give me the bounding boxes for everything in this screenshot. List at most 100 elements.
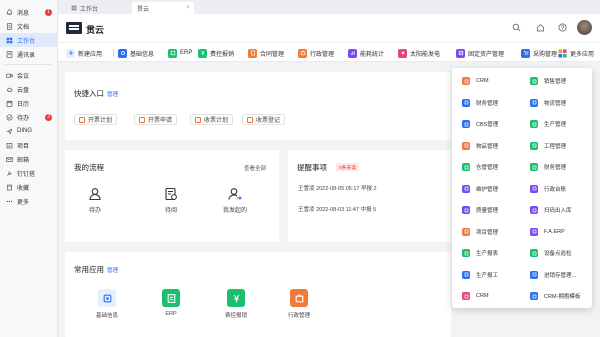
popup-app-item[interactable]: 项目管理: [462, 227, 498, 237]
common-app-erp[interactable]: ERP: [151, 289, 191, 317]
popup-app-item[interactable]: CRM-拥抱模板: [530, 291, 580, 301]
popup-app-item[interactable]: CBS管理: [462, 119, 498, 129]
user-arrow-icon: [228, 188, 242, 200]
card-title: 提醒事项: [297, 163, 327, 172]
avatar[interactable]: [577, 20, 592, 35]
app-icon: [462, 141, 470, 150]
popup-app-label: 行政台账: [544, 186, 567, 193]
popup-app-item[interactable]: 生产报表: [462, 248, 498, 258]
app-basic-info[interactable]: 基础信息: [118, 48, 154, 58]
popup-app-label: 物品管理: [476, 143, 499, 150]
todo-badge: 3: [45, 113, 52, 121]
manage-link[interactable]: 管理: [107, 92, 118, 98]
popup-app-item[interactable]: 财务管理: [530, 162, 566, 172]
reminder-row[interactable]: 王雪凌 2022-08-03 11:47 中报 5: [298, 205, 376, 213]
common-app-label: 基础信息: [95, 313, 118, 319]
tab-guanyun[interactable]: 贯云 ×: [132, 2, 194, 14]
gear-icon: [118, 48, 127, 58]
popup-app-item[interactable]: 行政台账: [530, 184, 566, 194]
sidebar-item-project[interactable]: 项目: [0, 138, 57, 152]
app-label: 合同管理: [260, 51, 285, 58]
common-app-admin[interactable]: 行政管理: [279, 289, 319, 319]
popup-app-item[interactable]: CRM: [462, 76, 489, 86]
app-icon: [462, 98, 470, 107]
app-more[interactable]: 更多应用: [558, 48, 594, 58]
popup-app-item[interactable]: 生产管理: [530, 119, 566, 129]
popup-app-item[interactable]: 扫码出入库: [530, 205, 572, 215]
close-icon[interactable]: ×: [186, 5, 190, 11]
sidebar-item-workbench[interactable]: 工作台: [0, 33, 57, 47]
sidebar-item-label: 会议: [17, 73, 30, 80]
sidebar-item-ding[interactable]: DING: [0, 124, 57, 138]
popup-app-item[interactable]: 物流管理: [530, 98, 566, 108]
popup-app-item[interactable]: CRM: [462, 291, 489, 301]
popup-app-item[interactable]: 质量管理: [462, 205, 498, 215]
app-contract[interactable]: 合同管理: [248, 48, 284, 58]
flow-to-read[interactable]: 待阅: [151, 187, 191, 214]
sidebar-item-contacts[interactable]: 通讯录: [0, 47, 57, 61]
card-title-text: 快捷入口: [74, 89, 104, 98]
reminder-row[interactable]: 王雪凌 2022-08-05 05:17 早报 2: [298, 184, 377, 192]
app-new[interactable]: 新建应用: [66, 48, 102, 58]
app-solar[interactable]: 太阳能发电: [398, 48, 440, 58]
sidebar-item-label: 钉钉搭: [17, 171, 36, 178]
quick-item[interactable]: 开票计划: [74, 114, 118, 125]
quick-item[interactable]: 收票计划: [190, 114, 234, 125]
popup-app-item[interactable]: 工程管理: [530, 141, 566, 151]
sidebar-item-calendar[interactable]: 日历: [0, 96, 57, 110]
quick-item-label: 收票计划: [204, 118, 229, 124]
popup-app-item[interactable]: 仓管管理: [462, 162, 498, 172]
sidebar-item-builder[interactable]: 钉钉搭: [0, 166, 57, 180]
app-purchase[interactable]: 采购管理: [521, 48, 557, 58]
sidebar-item-messages[interactable]: 消息 1: [0, 5, 57, 19]
common-app-label: ERP: [165, 311, 177, 317]
quick-item-label: 开票计划: [88, 118, 113, 124]
sidebar-item-favorites[interactable]: 收藏: [0, 180, 57, 194]
reminder-card: 提醒事项: [288, 150, 451, 242]
common-app-expense[interactable]: 费控报销: [216, 289, 256, 319]
common-app-basic-info[interactable]: 基础信息: [87, 289, 127, 319]
search-icon[interactable]: [512, 23, 521, 32]
sidebar-item-label: 文档: [17, 24, 30, 31]
app-erp[interactable]: ERP: [168, 48, 192, 58]
popup-app-item[interactable]: 维护管理: [462, 184, 498, 194]
app-expense[interactable]: 费控报销: [198, 48, 234, 58]
flow-initiated[interactable]: 我发起的: [215, 187, 255, 214]
app-icon: [530, 184, 538, 193]
app-energy[interactable]: 能耗统计: [348, 48, 384, 58]
common-app-label: 行政管理: [287, 313, 310, 319]
help-icon[interactable]: [558, 23, 567, 32]
popup-app-label: 项目管理: [476, 229, 499, 236]
flow-label: 待办: [88, 208, 101, 214]
sidebar-item-todo[interactable]: 待办 3: [0, 110, 57, 124]
app-admin[interactable]: 行政管理: [298, 48, 334, 58]
home-icon[interactable]: [536, 23, 545, 32]
quick-item[interactable]: 开票申请: [134, 114, 178, 125]
sidebar-item-cloud[interactable]: 云盘: [0, 82, 57, 96]
popup-app-item[interactable]: 生产报工: [462, 270, 498, 280]
view-all-link[interactable]: 查看全部: [244, 164, 266, 172]
popup-app-item[interactable]: 财务管理: [462, 98, 498, 108]
popup-app-item[interactable]: 物品管理: [462, 141, 498, 151]
quick-item[interactable]: 收票登记: [242, 114, 286, 125]
admin-icon: [298, 48, 307, 58]
sidebar-item-mail[interactable]: 邮箱: [0, 152, 57, 166]
popup-app-item[interactable]: 设备点巡检: [530, 248, 572, 258]
app-icon: [462, 292, 470, 300]
sidebar-item-meeting[interactable]: 会议: [0, 68, 57, 82]
popup-app-item[interactable]: 销售管理: [530, 76, 566, 86]
flow-todo[interactable]: 待办: [75, 187, 115, 214]
star-icon: [6, 184, 13, 191]
app-fixed-assets[interactable]: 固定资产管理: [456, 48, 504, 58]
popup-app-label: 生产报表: [476, 251, 499, 257]
popup-app-label: 仓管管理: [476, 165, 499, 171]
manage-link[interactable]: 管理: [107, 268, 118, 274]
popup-app-item[interactable]: F.A.ERP: [530, 227, 565, 237]
popup-app-item[interactable]: 进销存管理...: [530, 270, 576, 280]
tab-workbench[interactable]: 工作台: [66, 2, 128, 14]
sidebar-item-more[interactable]: 更多: [0, 194, 57, 208]
sidebar-item-docs[interactable]: 文档: [0, 19, 57, 33]
sidebar-item-label: DING: [17, 128, 32, 134]
energy-icon: [348, 48, 357, 58]
sidebar-item-label: 通讯录: [17, 52, 36, 59]
